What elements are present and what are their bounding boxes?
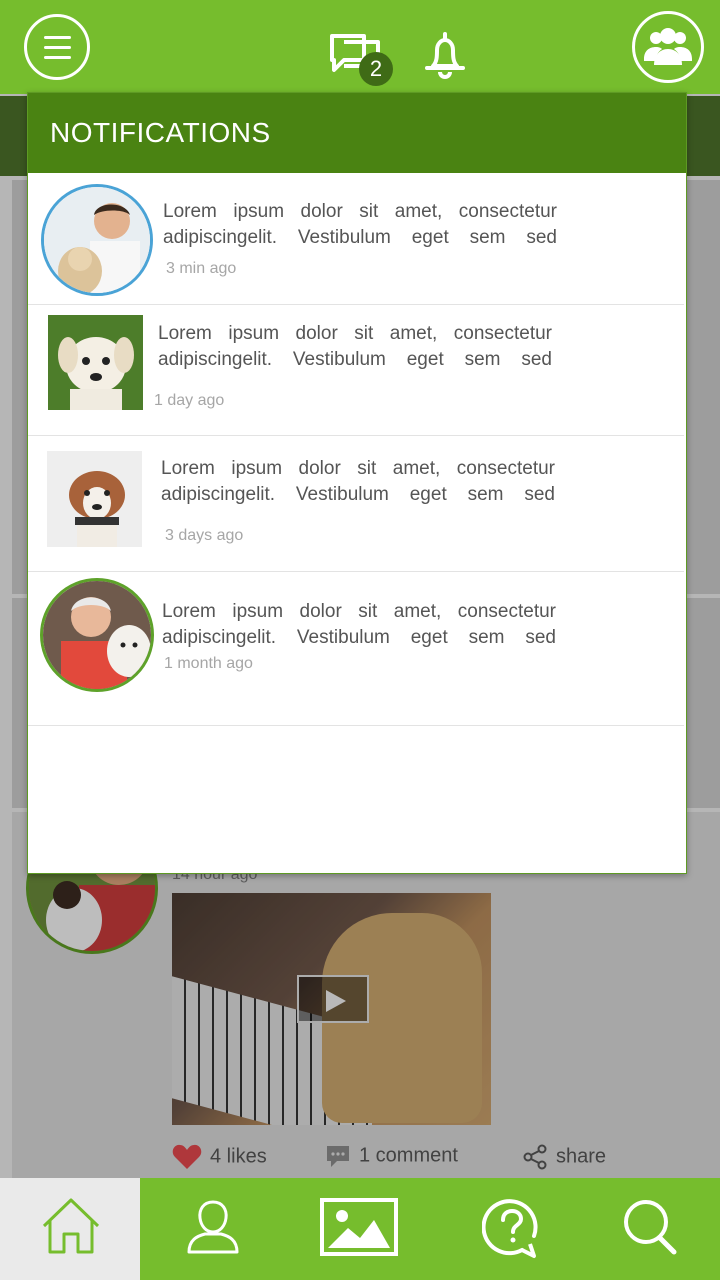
notification-item[interactable]: Lorem ipsum dolor sit amet, consectetur …	[28, 436, 684, 572]
notification-time: 3 min ago	[166, 260, 237, 277]
notification-text: Lorem ipsum dolor sit amet, consectetur …	[158, 323, 552, 370]
notification-item[interactable]: Lorem ipsum dolor sit amet, consectetur …	[28, 173, 684, 305]
hamburger-icon-line	[44, 56, 71, 59]
notification-time: 3 days ago	[165, 527, 244, 544]
puppy-photo	[48, 315, 143, 410]
group-button[interactable]	[632, 11, 704, 83]
search-icon	[624, 1200, 677, 1255]
notifications-panel: NOTIFICATIONS Lorem ipsum dolor sit amet…	[27, 92, 687, 874]
gallery-icon	[320, 1198, 398, 1256]
notification-thumbnail	[47, 451, 142, 547]
notification-time: 1 day ago	[154, 392, 225, 409]
bulldog-photo	[47, 451, 142, 547]
notification-avatar	[41, 184, 153, 296]
notification-item[interactable]: Lorem ipsum dolor sit amet, consectetur …	[28, 572, 684, 726]
nav-search-tab[interactable]	[582, 1178, 720, 1280]
notifications-title: NOTIFICATIONS	[28, 93, 686, 173]
notification-text: Lorem ipsum dolor sit amet, consectetur …	[163, 201, 557, 248]
notification-thumbnail	[48, 315, 143, 410]
notification-time: 1 month ago	[164, 655, 253, 672]
nav-gallery-tab[interactable]	[284, 1178, 432, 1280]
group-users-icon	[644, 28, 692, 65]
notification-text: Lorem ipsum dolor sit amet, consectetur …	[162, 601, 556, 648]
notification-avatar	[40, 578, 154, 692]
nav-home-tab[interactable]	[0, 1178, 140, 1280]
bell-icon[interactable]	[421, 30, 469, 80]
menu-button[interactable]	[24, 14, 90, 80]
notification-text: Lorem ipsum dolor sit amet, consectetur …	[161, 458, 555, 505]
hamburger-icon-line	[44, 46, 71, 49]
nav-help-tab[interactable]	[432, 1178, 582, 1280]
chat-count-badge[interactable]: 2	[359, 52, 393, 86]
man-with-dog-photo	[43, 581, 151, 689]
hamburger-icon-line	[44, 36, 71, 39]
home-icon	[42, 1198, 100, 1254]
notification-item[interactable]: Lorem ipsum dolor sit amet, consectetur …	[28, 305, 684, 436]
top-bar: 2	[0, 0, 720, 94]
help-icon	[482, 1199, 538, 1258]
bottom-navigation	[0, 1178, 720, 1280]
vet-with-dog-photo	[44, 187, 150, 293]
nav-profile-tab[interactable]	[140, 1178, 284, 1280]
profile-icon	[187, 1200, 239, 1254]
